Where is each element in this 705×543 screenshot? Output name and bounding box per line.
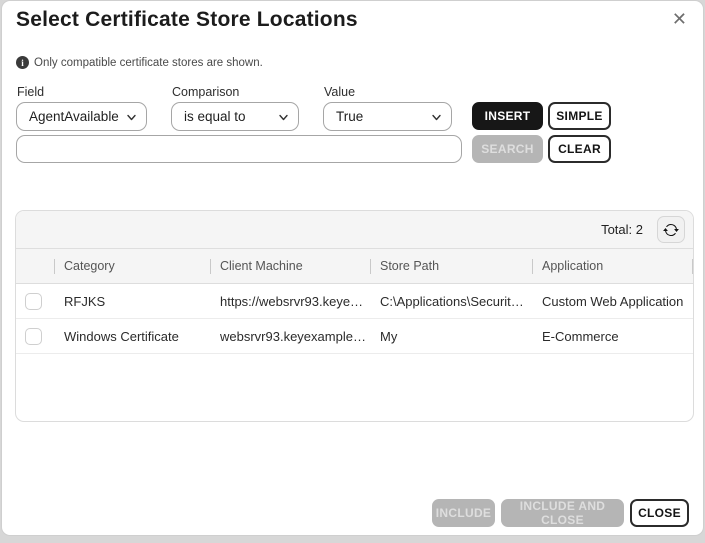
table-row: RFJKS https://websrvr93.keye… C:\Applica… xyxy=(16,284,693,319)
close-icon[interactable]: ✕ xyxy=(668,7,691,31)
comparison-select[interactable]: is equal to xyxy=(171,102,299,131)
search-button[interactable]: SEARCH xyxy=(472,135,543,163)
results-table: Total: 2 Category Client Machine Store P… xyxy=(15,210,694,422)
cell-application: Custom Web Application xyxy=(533,284,693,318)
row-checkbox[interactable] xyxy=(25,293,42,310)
column-header-category[interactable]: Category xyxy=(55,249,211,283)
page-title: Select Certificate Store Locations xyxy=(16,8,358,32)
chevron-down-icon xyxy=(431,112,442,123)
filter-bar: Field AgentAvailable Comparison is equal… xyxy=(16,85,693,163)
chevron-down-icon xyxy=(278,112,289,123)
field-select[interactable]: AgentAvailable xyxy=(16,102,147,131)
cell-store-path: My xyxy=(371,319,533,353)
value-select-value: True xyxy=(336,109,363,124)
include-button[interactable]: INCLUDE xyxy=(432,499,495,527)
field-label: Field xyxy=(17,85,44,99)
close-button[interactable]: CLOSE xyxy=(630,499,689,527)
select-certificate-store-dialog: Select Certificate Store Locations ✕ i O… xyxy=(1,0,704,536)
header-checkbox-spacer xyxy=(16,249,55,283)
comparison-label: Comparison xyxy=(172,85,239,99)
query-input[interactable] xyxy=(16,135,462,163)
cell-store-path: C:\Applications\Securit… xyxy=(371,284,533,318)
cell-application: E-Commerce xyxy=(533,319,693,353)
cell-category: Windows Certificate xyxy=(55,319,211,353)
column-header-client-machine[interactable]: Client Machine xyxy=(211,249,371,283)
value-select[interactable]: True xyxy=(323,102,452,131)
include-and-close-button[interactable]: INCLUDE AND CLOSE xyxy=(501,499,624,527)
comparison-select-value: is equal to xyxy=(184,109,246,124)
info-text: Only compatible certificate stores are s… xyxy=(34,57,263,69)
dialog-footer: INCLUDE INCLUDE AND CLOSE CLOSE xyxy=(432,499,689,527)
table-row: Windows Certificate websrvr93.keyexample… xyxy=(16,319,693,354)
simple-button[interactable]: SIMPLE xyxy=(548,102,611,130)
insert-button[interactable]: INSERT xyxy=(472,102,543,130)
value-label: Value xyxy=(324,85,355,99)
cell-category: RFJKS xyxy=(55,284,211,318)
chevron-down-icon xyxy=(126,112,137,123)
row-checkbox[interactable] xyxy=(25,328,42,345)
info-row: i Only compatible certificate stores are… xyxy=(16,56,263,69)
field-select-value: AgentAvailable xyxy=(29,109,119,124)
column-header-store-path[interactable]: Store Path xyxy=(371,249,533,283)
arrow-repeat-icon xyxy=(663,222,679,238)
info-icon: i xyxy=(16,56,29,69)
column-header-application[interactable]: Application xyxy=(533,249,693,283)
cell-client-machine: websrvr93.keyexample… xyxy=(211,319,371,353)
refresh-button[interactable] xyxy=(657,216,685,243)
cell-client-machine: https://websrvr93.keye… xyxy=(211,284,371,318)
table-toolbar: Total: 2 xyxy=(16,211,693,249)
table-header-row: Category Client Machine Store Path Appli… xyxy=(16,249,693,284)
total-count: Total: 2 xyxy=(601,222,643,237)
clear-button[interactable]: CLEAR xyxy=(548,135,611,163)
